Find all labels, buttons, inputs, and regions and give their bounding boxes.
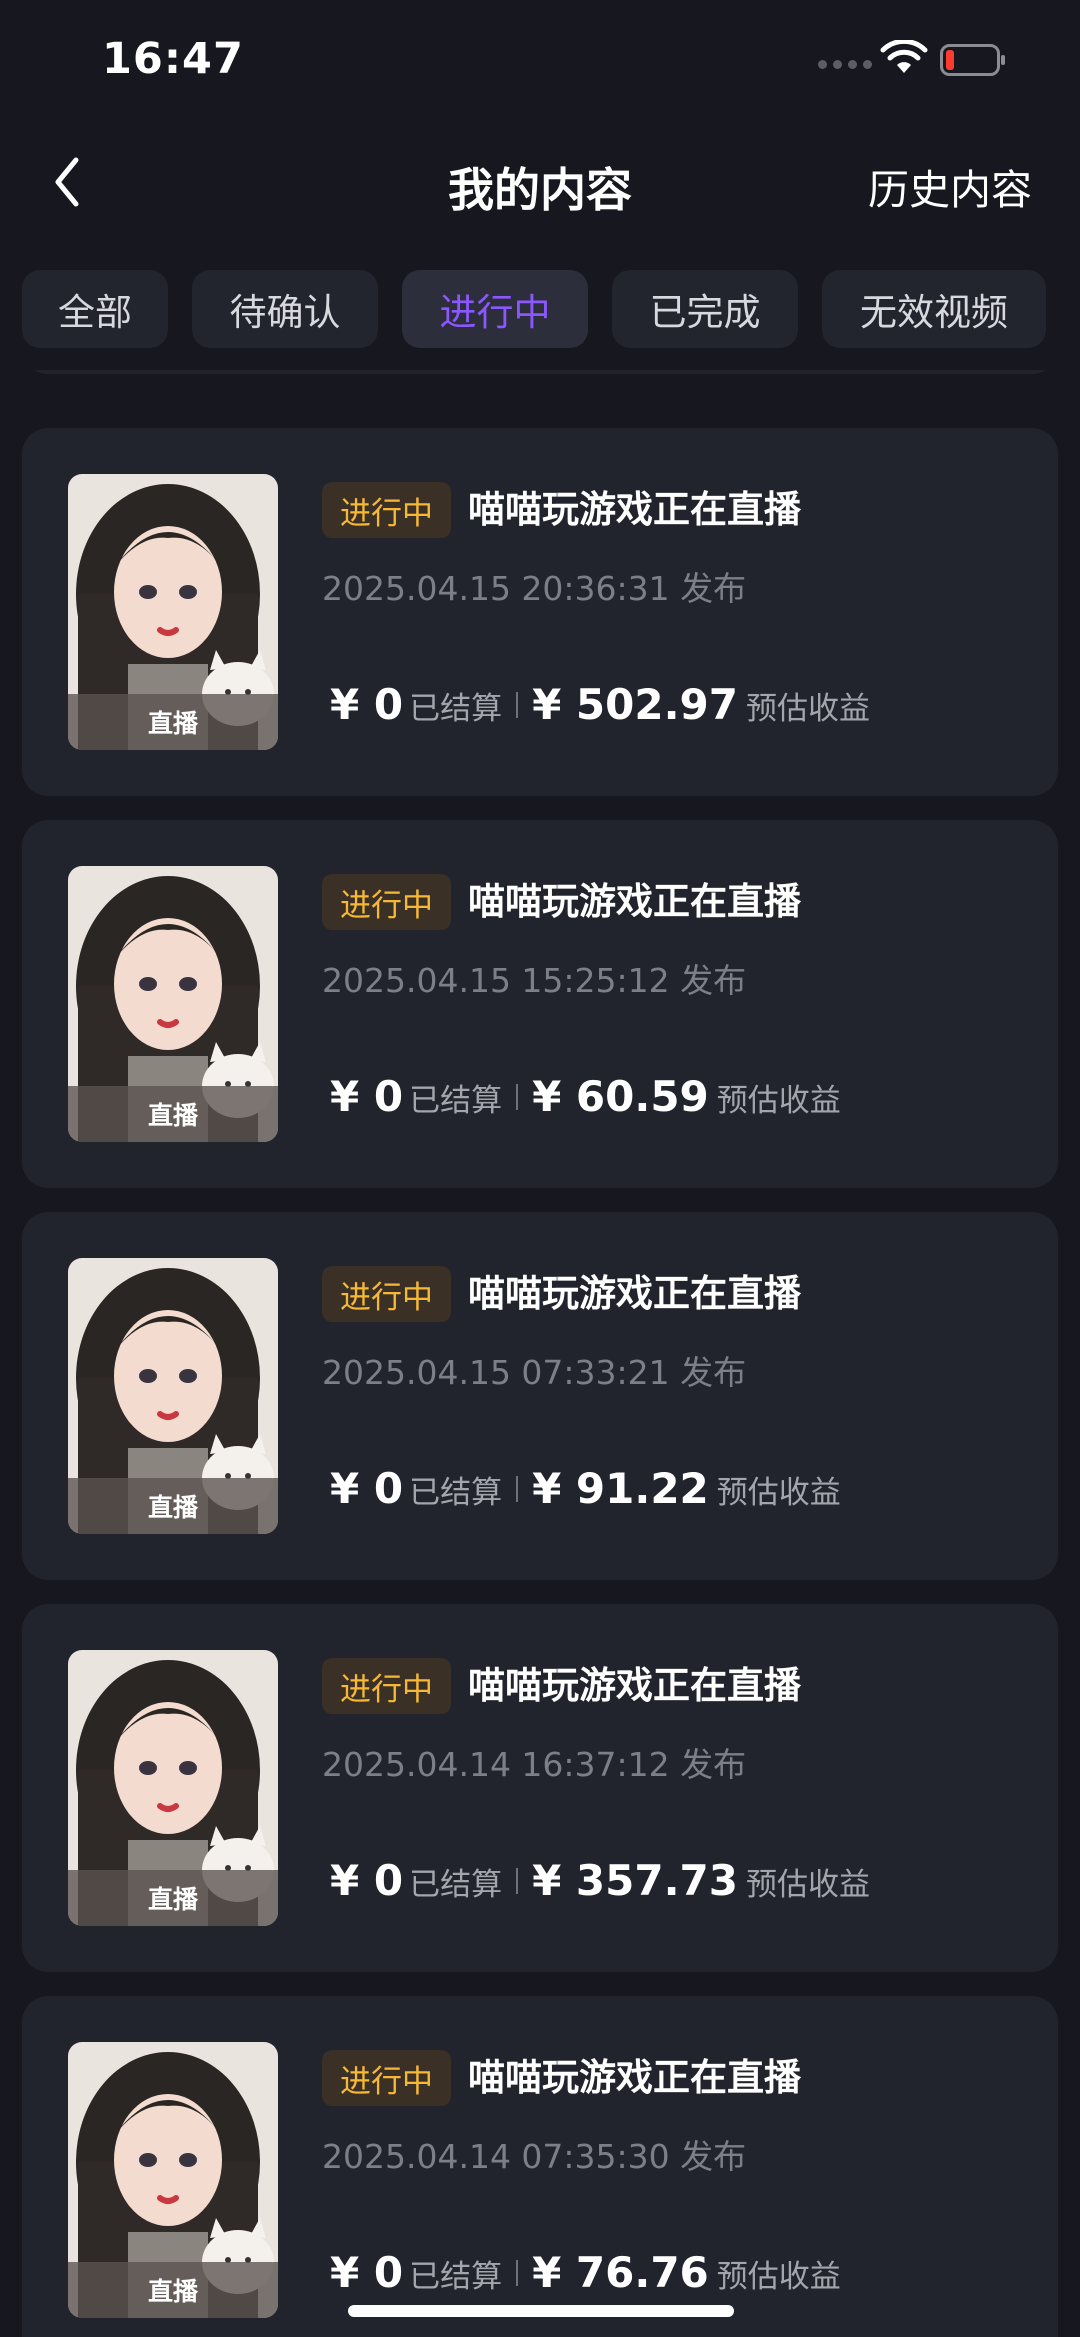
- page: 16:47 我的内容 历史内容 全部 待确认 进行中 已完成 无效视频 直播 进…: [0, 0, 1080, 2337]
- estimated-label: 预估收益: [746, 1867, 870, 1903]
- filter-tabs: 全部 待确认 进行中 已完成 无效视频: [22, 270, 1058, 350]
- status-badge: 进行中: [322, 482, 451, 538]
- status-badge: 进行中: [322, 1658, 451, 1714]
- divider: [516, 1083, 519, 1110]
- thumbnail: 直播: [68, 474, 278, 750]
- settled-label: 已结算: [409, 1475, 503, 1511]
- estimated-amount: ¥ 60.59: [532, 1072, 709, 1121]
- settled-amount: ¥ 0: [330, 1072, 404, 1121]
- thumbnail: 直播: [68, 2042, 278, 2318]
- wifi-icon: [880, 40, 928, 73]
- publish-time: 2025.04.15 15:25:12 发布: [322, 961, 747, 1000]
- list-item[interactable]: 直播 进行中 喵喵玩游戏正在直播 2025.04.14 07:35:30 发布 …: [22, 1996, 1058, 2337]
- estimated-amount: ¥ 76.76: [532, 2248, 709, 2297]
- thumbnail: 直播: [68, 1258, 278, 1534]
- status-time: 16:47: [102, 34, 244, 84]
- signal-dots-icon: [818, 60, 872, 69]
- item-title: 喵喵玩游戏正在直播: [468, 2056, 801, 2099]
- thumb-label: 直播: [68, 1086, 278, 1142]
- divider: [516, 1475, 519, 1502]
- settled-label: 已结算: [409, 1867, 503, 1903]
- status-bar: 16:47: [0, 0, 1080, 120]
- publish-time: 2025.04.14 16:37:12 发布: [322, 1745, 747, 1784]
- list-item[interactable]: 直播 进行中 喵喵玩游戏正在直播 2025.04.14 16:37:12 发布 …: [22, 1604, 1058, 1972]
- history-content-link[interactable]: 历史内容: [868, 156, 1032, 216]
- divider: [516, 691, 519, 718]
- thumbnail: 直播: [68, 866, 278, 1142]
- item-title: 喵喵玩游戏正在直播: [468, 880, 801, 923]
- settled-amount: ¥ 0: [330, 680, 404, 729]
- thumb-label: 直播: [68, 1870, 278, 1926]
- thumb-label: 直播: [68, 2262, 278, 2318]
- status-badge: 进行中: [322, 874, 451, 930]
- list-item[interactable]: 直播 进行中 喵喵玩游戏正在直播 2025.04.15 20:36:31 发布 …: [22, 428, 1058, 796]
- publish-time: 2025.04.15 20:36:31 发布: [322, 569, 747, 608]
- earnings-row: ¥ 0 已结算 ¥ 357.73 预估收益: [330, 1856, 870, 1905]
- item-title: 喵喵玩游戏正在直播: [468, 1664, 801, 1707]
- estimated-label: 预估收益: [716, 2259, 841, 2295]
- battery-low-icon: [940, 44, 1005, 76]
- publish-time: 2025.04.14 07:35:30 发布: [322, 2137, 747, 2176]
- nav-bar: 我的内容 历史内容: [0, 130, 1080, 240]
- list-item-partial: [22, 370, 1058, 374]
- estimated-label: 预估收益: [716, 1475, 841, 1511]
- content-list: 直播 进行中 喵喵玩游戏正在直播 2025.04.15 20:36:31 发布 …: [22, 370, 1058, 2337]
- status-badge: 进行中: [322, 1266, 451, 1322]
- earnings-row: ¥ 0 已结算 ¥ 60.59 预估收益: [330, 1072, 841, 1121]
- earnings-row: ¥ 0 已结算 ¥ 502.97 预估收益: [330, 680, 870, 729]
- estimated-amount: ¥ 91.22: [532, 1464, 709, 1513]
- tab-pending[interactable]: 待确认: [192, 270, 378, 348]
- earnings-row: ¥ 0 已结算 ¥ 76.76 预估收益: [330, 2248, 841, 2297]
- item-title: 喵喵玩游戏正在直播: [468, 1272, 801, 1315]
- settled-label: 已结算: [409, 1083, 503, 1119]
- tab-in-progress[interactable]: 进行中: [402, 270, 588, 348]
- divider: [516, 1867, 519, 1894]
- estimated-amount: ¥ 357.73: [532, 1856, 738, 1905]
- settled-amount: ¥ 0: [330, 1464, 404, 1513]
- settled-amount: ¥ 0: [330, 2248, 404, 2297]
- estimated-label: 预估收益: [746, 691, 870, 727]
- settled-amount: ¥ 0: [330, 1856, 404, 1905]
- estimated-amount: ¥ 502.97: [532, 680, 738, 729]
- thumb-label: 直播: [68, 1478, 278, 1534]
- tab-completed[interactable]: 已完成: [612, 270, 798, 348]
- estimated-label: 预估收益: [716, 1083, 841, 1119]
- tab-invalid-video[interactable]: 无效视频: [822, 270, 1046, 348]
- settled-label: 已结算: [409, 2259, 503, 2295]
- item-title: 喵喵玩游戏正在直播: [468, 488, 801, 531]
- thumbnail: 直播: [68, 1650, 278, 1926]
- list-item[interactable]: 直播 进行中 喵喵玩游戏正在直播 2025.04.15 15:25:12 发布 …: [22, 820, 1058, 1188]
- tab-all[interactable]: 全部: [22, 270, 168, 348]
- settled-label: 已结算: [409, 691, 503, 727]
- publish-time: 2025.04.15 07:33:21 发布: [322, 1353, 747, 1392]
- earnings-row: ¥ 0 已结算 ¥ 91.22 预估收益: [330, 1464, 841, 1513]
- thumb-label: 直播: [68, 694, 278, 750]
- status-badge: 进行中: [322, 2050, 451, 2106]
- home-indicator[interactable]: [348, 2305, 734, 2317]
- list-item[interactable]: 直播 进行中 喵喵玩游戏正在直播 2025.04.15 07:33:21 发布 …: [22, 1212, 1058, 1580]
- divider: [516, 2259, 519, 2286]
